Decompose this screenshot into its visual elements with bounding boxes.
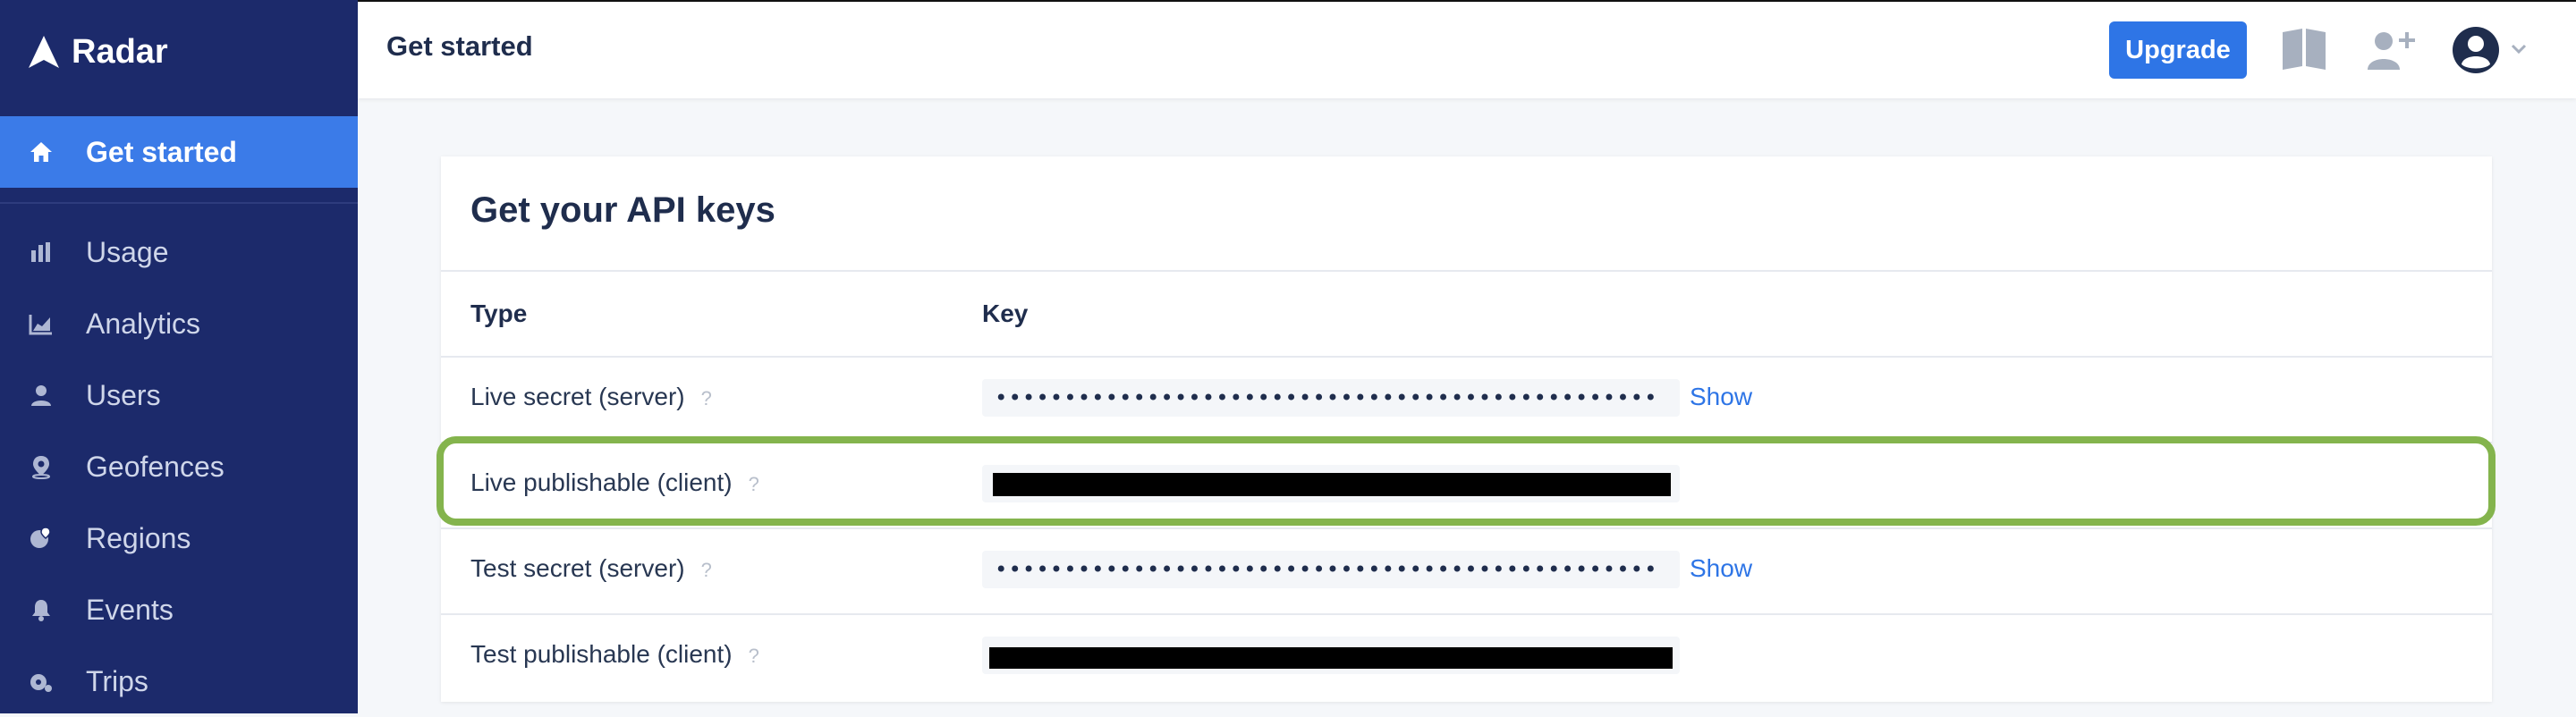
- redacted-key: [989, 647, 1673, 669]
- page-title: Get started: [386, 30, 533, 62]
- sidebar-divider: [0, 202, 358, 204]
- type-label-text: Test secret (server): [470, 554, 685, 582]
- account-avatar-icon[interactable]: [2451, 25, 2501, 80]
- sidebar-item-label: Regions: [86, 521, 191, 554]
- sidebar-item-label: Users: [86, 378, 161, 411]
- api-keys-card: Get your API keys Type Key Live secret (…: [441, 156, 2492, 702]
- sidebar-item-analytics[interactable]: Analytics: [0, 288, 358, 359]
- chevron-down-icon[interactable]: [2510, 43, 2528, 60]
- show-key-link[interactable]: Show: [1690, 383, 1752, 411]
- sidebar-item-label: Events: [86, 593, 174, 626]
- sidebar: Radar Get started Usage Analytics Users …: [0, 0, 358, 713]
- key-field-test-secret[interactable]: ••••••••••••••••••••••••••••••••••••••••…: [982, 551, 1680, 588]
- help-icon[interactable]: ?: [701, 387, 712, 409]
- card-title: Get your API keys: [470, 190, 775, 230]
- sidebar-item-users[interactable]: Users: [0, 359, 358, 431]
- area-chart-icon: [29, 311, 54, 336]
- help-icon[interactable]: ?: [749, 645, 759, 667]
- globe-pin-icon: [29, 526, 54, 551]
- type-label-text: Test publishable (client): [470, 640, 733, 668]
- bell-icon: [29, 597, 54, 622]
- sidebar-item-label: Get started: [86, 135, 237, 168]
- sidebar-item-events[interactable]: Events: [0, 574, 358, 645]
- key-field-test-publishable[interactable]: [982, 637, 1680, 674]
- docs-book-icon[interactable]: [2281, 27, 2327, 74]
- brand-name: Radar: [72, 32, 168, 71]
- map-pin-icon: [29, 454, 54, 479]
- home-icon: [29, 139, 54, 164]
- top-header: Get started Upgrade: [358, 0, 2576, 98]
- column-header-type: Type: [470, 299, 528, 327]
- key-field-live-secret[interactable]: ••••••••••••••••••••••••••••••••••••••••…: [982, 379, 1680, 417]
- type-label-text: Live secret (server): [470, 383, 685, 410]
- radar-logo-icon: [29, 36, 59, 68]
- sidebar-item-label: Usage: [86, 235, 169, 268]
- type-label-test-publishable: Test publishable (client)?: [470, 640, 759, 669]
- help-icon[interactable]: ?: [701, 559, 712, 581]
- show-key-link[interactable]: Show: [1690, 554, 1752, 583]
- sidebar-item-get-started[interactable]: Get started: [0, 116, 358, 188]
- brand-logo[interactable]: Radar: [29, 32, 168, 72]
- type-label-test-secret: Test secret (server)?: [470, 554, 712, 583]
- divider: [441, 613, 2492, 615]
- sidebar-item-label: Trips: [86, 664, 148, 697]
- user-icon: [29, 383, 54, 408]
- sidebar-item-label: Geofences: [86, 450, 225, 483]
- sidebar-item-geofences[interactable]: Geofences: [0, 431, 358, 502]
- sidebar-item-regions[interactable]: Regions: [0, 502, 358, 574]
- sidebar-item-usage[interactable]: Usage: [0, 216, 358, 288]
- route-icon: [29, 669, 54, 694]
- divider: [441, 270, 2492, 272]
- column-header-key: Key: [982, 299, 1029, 327]
- add-user-icon[interactable]: [2366, 29, 2418, 76]
- highlight-annotation: [436, 436, 2496, 526]
- type-label-live-secret: Live secret (server)?: [470, 383, 712, 411]
- bar-chart-icon: [29, 240, 54, 265]
- sidebar-item-label: Analytics: [86, 307, 201, 340]
- divider: [441, 527, 2492, 529]
- divider: [441, 356, 2492, 358]
- upgrade-button[interactable]: Upgrade: [2109, 21, 2247, 79]
- sidebar-item-trips[interactable]: Trips: [0, 645, 358, 717]
